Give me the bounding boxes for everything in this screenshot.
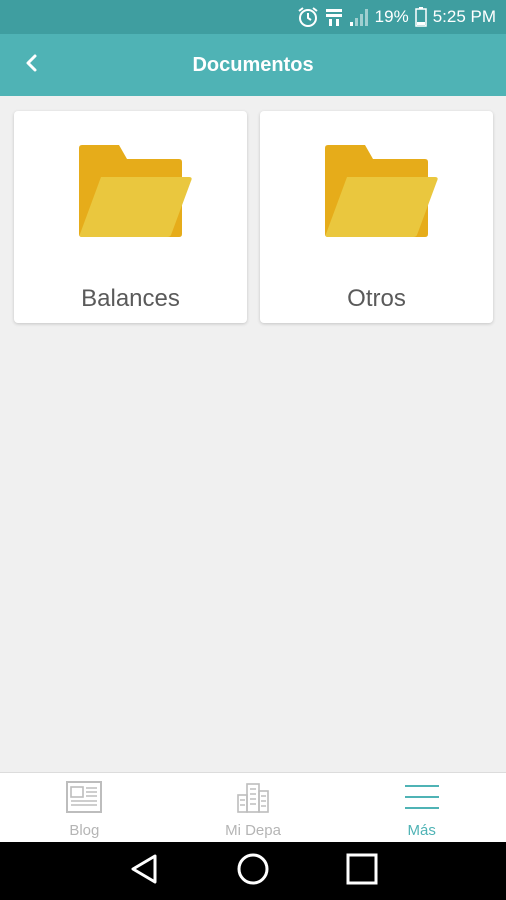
system-recents-button[interactable] bbox=[342, 851, 382, 891]
nav-label: Más bbox=[407, 822, 436, 839]
folder-grid: Balances Otros bbox=[14, 111, 494, 323]
folder-label: Balances bbox=[81, 285, 180, 312]
folder-icon bbox=[79, 145, 192, 242]
nav-item-mi-depa[interactable]: Mi Depa bbox=[169, 773, 338, 842]
system-back-button[interactable] bbox=[124, 851, 164, 891]
circle-home-icon bbox=[236, 852, 270, 891]
folder-label: Otros bbox=[347, 285, 406, 312]
status-bar: 19% 5:25 PM bbox=[0, 0, 506, 34]
square-recents-icon bbox=[346, 853, 378, 890]
app-bar: Documentos bbox=[0, 34, 506, 96]
battery-icon bbox=[414, 7, 427, 27]
system-home-button[interactable] bbox=[233, 851, 273, 891]
chevron-left-icon bbox=[24, 53, 40, 78]
nav-label: Mi Depa bbox=[225, 822, 281, 839]
system-nav-bar bbox=[0, 842, 506, 900]
network-icon bbox=[325, 7, 343, 27]
buildings-icon bbox=[236, 781, 270, 818]
signal-icon bbox=[349, 7, 369, 27]
nav-label: Blog bbox=[69, 822, 100, 839]
status-time: 5:25 PM bbox=[432, 7, 496, 26]
folder-card-otros[interactable]: Otros bbox=[260, 111, 493, 323]
folder-card-balances[interactable]: Balances bbox=[14, 111, 247, 323]
nav-item-mas[interactable]: Más bbox=[337, 773, 506, 842]
alarm-icon bbox=[297, 6, 319, 28]
battery-percent: 19% bbox=[374, 7, 409, 26]
menu-icon bbox=[404, 781, 440, 818]
folder-icon bbox=[325, 145, 438, 242]
nav-item-blog[interactable]: Blog bbox=[0, 773, 169, 842]
back-button[interactable] bbox=[18, 51, 46, 79]
newspaper-icon bbox=[66, 781, 103, 818]
page-title: Documentos bbox=[192, 53, 314, 76]
bottom-nav: Blog Mi Depa Más bbox=[0, 772, 506, 842]
triangle-back-icon bbox=[129, 853, 159, 890]
